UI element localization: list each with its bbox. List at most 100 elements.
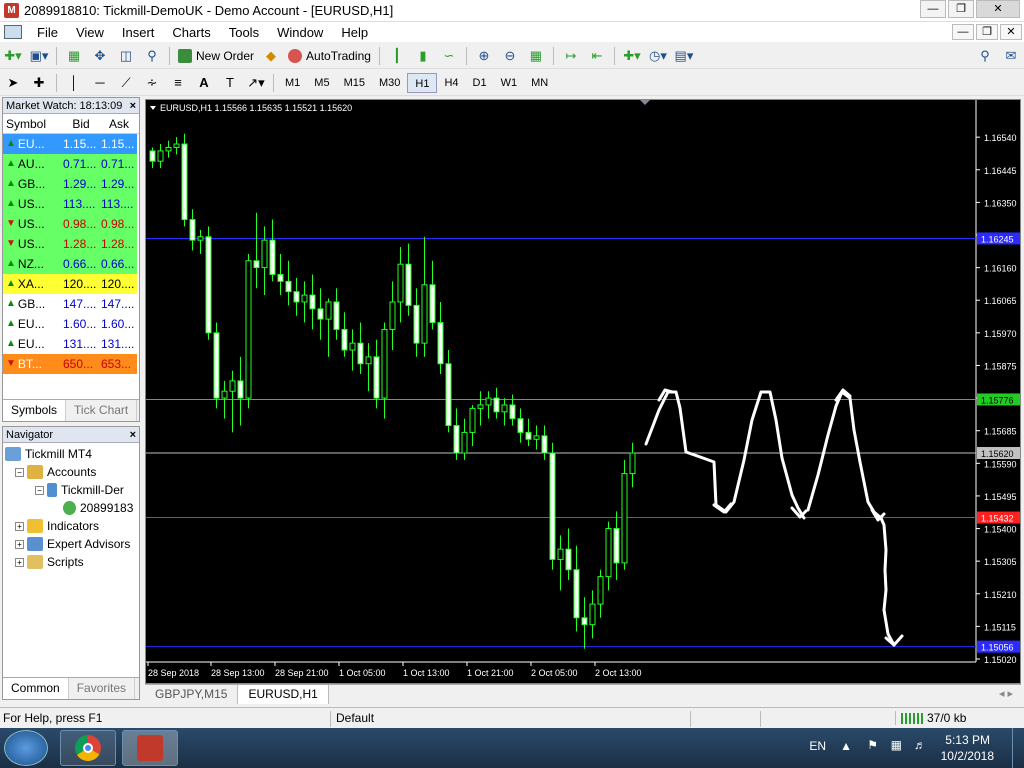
volume-icon[interactable]: ♬	[914, 738, 926, 752]
menu-tools[interactable]: Tools	[220, 25, 268, 40]
tree-server[interactable]: − Tickmill-Der	[5, 481, 137, 499]
market-watch-row[interactable]: ▲ EU... 131.... 131....	[3, 334, 139, 354]
navigator-icon[interactable]: ◫	[115, 46, 137, 66]
strategy-tester-icon[interactable]: ⚲	[141, 46, 163, 66]
column-ask[interactable]: Ask	[99, 114, 137, 133]
text-label-icon[interactable]: T	[219, 73, 241, 93]
tree-root[interactable]: Tickmill MT4	[5, 445, 137, 463]
tree-indicators[interactable]: + Indicators	[5, 517, 137, 535]
fibonacci-icon[interactable]: ≡	[167, 73, 189, 93]
chart-shift-icon[interactable]: ⇤	[586, 46, 608, 66]
auto-scroll-icon[interactable]: ↦	[560, 46, 582, 66]
child-restore-button[interactable]: ❐	[976, 24, 998, 40]
candlestick-icon[interactable]: ▮	[412, 46, 434, 66]
indicators-icon[interactable]: ✚▾	[621, 46, 643, 66]
market-watch-row[interactable]: ▲ GB... 147.... 147....	[3, 294, 139, 314]
tab-scroll-icon[interactable]: ◂ ▸	[991, 685, 1021, 704]
menu-help[interactable]: Help	[332, 25, 377, 40]
equidistant-channel-icon[interactable]: ∻	[141, 73, 163, 93]
expand-icon[interactable]: +	[15, 539, 24, 549]
data-window-icon[interactable]: ✥	[89, 46, 111, 66]
zoom-out-icon[interactable]: ⊖	[499, 46, 521, 66]
metatrader-taskbar-button[interactable]	[122, 730, 178, 766]
language-indicator[interactable]: EN	[809, 739, 826, 753]
search-icon[interactable]: ⚲	[974, 46, 996, 66]
chrome-taskbar-button[interactable]	[60, 730, 116, 766]
chart-window[interactable]: 1.165401.164451.163501.162551.161601.160…	[145, 99, 1021, 684]
tree-experts[interactable]: + Expert Advisors	[5, 535, 137, 553]
line-chart-icon[interactable]: ∽	[438, 46, 460, 66]
market-watch-row[interactable]: ▲ EU... 1.60... 1.60...	[3, 314, 139, 334]
minimize-button[interactable]: —	[920, 0, 946, 18]
chart-tab-eurusd[interactable]: EURUSD,H1	[238, 685, 329, 704]
autotrading-button[interactable]: AutoTrading	[284, 46, 375, 66]
market-watch-row[interactable]: ▲ XA... 120.... 120....	[3, 274, 139, 294]
horizontal-line-icon[interactable]: ─	[89, 73, 111, 93]
tab-favorites[interactable]: Favorites	[69, 678, 136, 699]
tab-tick-chart[interactable]: Tick Chart	[66, 400, 138, 421]
clock-date[interactable]: 10/2/2018	[941, 749, 994, 763]
tray-expand-icon[interactable]: ▲	[840, 739, 852, 753]
document-icon[interactable]	[4, 25, 22, 39]
market-watch-row[interactable]: ▲ NZ... 0.66... 0.66...	[3, 254, 139, 274]
new-order-button[interactable]: New Order	[174, 46, 258, 66]
market-watch-icon[interactable]: ▦	[63, 46, 85, 66]
timeframe-m1[interactable]: M1	[278, 73, 307, 93]
tab-symbols[interactable]: Symbols	[3, 400, 67, 421]
vertical-line-icon[interactable]: │	[63, 73, 85, 93]
templates-icon[interactable]: ▤▾	[673, 46, 695, 66]
column-bid[interactable]: Bid	[61, 114, 99, 133]
timeframe-h4[interactable]: H4	[437, 73, 465, 93]
metaeditor-icon[interactable]: ◆	[260, 46, 282, 66]
chart-tab-gbpjpy[interactable]: GBPJPY,M15	[145, 685, 239, 704]
market-watch-row[interactable]: ▼ US... 1.28... 1.28...	[3, 234, 139, 254]
market-watch-row[interactable]: ▲ AU... 0.71... 0.71...	[3, 154, 139, 174]
child-minimize-button[interactable]: —	[952, 24, 974, 40]
chat-icon[interactable]: ✉	[1000, 46, 1022, 66]
network-icon[interactable]: ▦	[891, 738, 902, 752]
show-desktop-button[interactable]	[1012, 728, 1024, 768]
price-chart[interactable]: 1.165401.164451.163501.162551.161601.160…	[146, 100, 1020, 683]
timeframe-m5[interactable]: M5	[307, 73, 336, 93]
timeframe-d1[interactable]: D1	[466, 73, 494, 93]
clock-time[interactable]: 5:13 PM	[945, 733, 990, 747]
menu-charts[interactable]: Charts	[163, 25, 219, 40]
zoom-in-icon[interactable]: ⊕	[473, 46, 495, 66]
menu-file[interactable]: File	[28, 25, 67, 40]
start-button[interactable]	[4, 730, 48, 766]
profiles-icon[interactable]: ▣▾	[28, 46, 50, 66]
tree-account[interactable]: 20899183	[5, 499, 137, 517]
timeframe-w1[interactable]: W1	[494, 73, 525, 93]
periods-icon[interactable]: ◷▾	[647, 46, 669, 66]
child-close-button[interactable]: ✕	[1000, 24, 1022, 40]
market-watch-row[interactable]: ▼ BT... 650... 653...	[3, 354, 139, 374]
menu-view[interactable]: View	[67, 25, 113, 40]
timeframe-m30[interactable]: M30	[372, 73, 407, 93]
timeframe-mn[interactable]: MN	[524, 73, 555, 93]
text-icon[interactable]: A	[193, 73, 215, 93]
tile-windows-icon[interactable]: ▦	[525, 46, 547, 66]
column-symbol[interactable]: Symbol	[3, 114, 61, 133]
new-chart-icon[interactable]: ✚▾	[2, 46, 24, 66]
trendline-icon[interactable]: ⟋	[115, 73, 137, 93]
cursor-icon[interactable]: ➤	[2, 73, 24, 93]
tree-scripts[interactable]: + Scripts	[5, 553, 137, 571]
expand-icon[interactable]: +	[15, 557, 24, 567]
market-watch-row[interactable]: ▲ US... 113.... 113....	[3, 194, 139, 214]
action-center-icon[interactable]: ⚑	[867, 738, 878, 752]
tree-accounts[interactable]: − Accounts	[5, 463, 137, 481]
tab-common[interactable]: Common	[3, 678, 69, 699]
market-watch-row[interactable]: ▲ GB... 1.29... 1.29...	[3, 174, 139, 194]
close-icon[interactable]: ×	[130, 427, 136, 443]
market-watch-row[interactable]: ▼ US... 0.98... 0.98...	[3, 214, 139, 234]
close-icon[interactable]: ×	[130, 98, 136, 114]
arrows-icon[interactable]: ↗▾	[245, 73, 267, 93]
bar-chart-icon[interactable]: ┃	[386, 46, 408, 66]
maximize-button[interactable]: ❐	[948, 0, 974, 18]
close-button[interactable]: ✕	[976, 0, 1020, 18]
menu-insert[interactable]: Insert	[113, 25, 164, 40]
collapse-icon[interactable]: −	[15, 467, 24, 477]
expand-icon[interactable]: +	[15, 521, 24, 531]
timeframe-m15[interactable]: M15	[337, 73, 372, 93]
crosshair-icon[interactable]: ✚	[28, 73, 50, 93]
